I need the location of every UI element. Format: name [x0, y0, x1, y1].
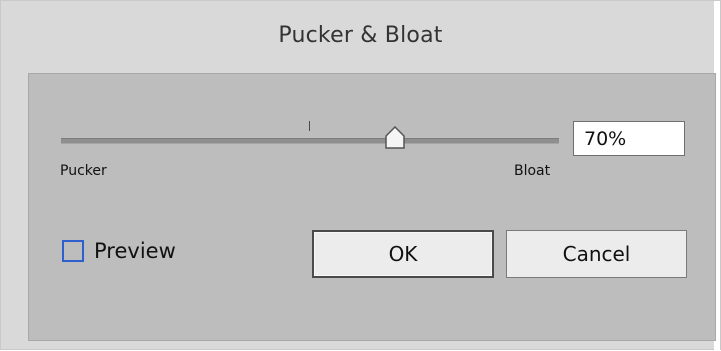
preview-checkbox-row[interactable]: Preview	[62, 237, 176, 265]
dialog-title: Pucker & Bloat	[278, 23, 443, 48]
bloat-label: Bloat	[514, 163, 551, 179]
ok-button[interactable]: OK	[312, 230, 494, 278]
slider-center-tick	[309, 121, 310, 131]
dialog-content-panel	[28, 73, 716, 341]
slider-thumb-icon[interactable]	[384, 126, 405, 150]
pucker-bloat-slider[interactable]	[61, 119, 561, 159]
slider-track[interactable]	[61, 138, 559, 144]
pucker-label: Pucker	[60, 163, 107, 179]
preview-label: Preview	[94, 239, 176, 263]
pucker-bloat-dialog: Pucker & Bloat Pucker Bloat Preview OK C…	[0, 0, 721, 351]
cancel-button[interactable]: Cancel	[506, 230, 687, 278]
preview-checkbox[interactable]	[62, 240, 84, 262]
bloat-value-field[interactable]	[573, 121, 685, 156]
